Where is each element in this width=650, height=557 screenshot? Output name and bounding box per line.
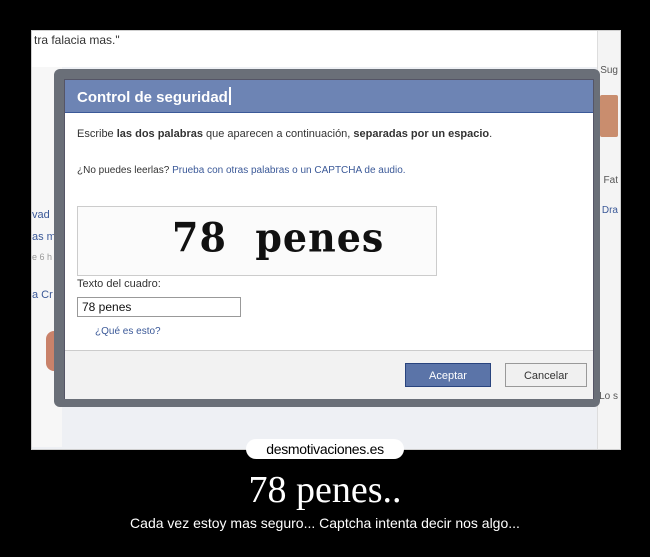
background-right-snippet: Sug bbox=[600, 65, 618, 76]
background-right-column: Sug Fat Dra Lo s bbox=[597, 31, 620, 449]
background-page-top: tra falacia mas." bbox=[32, 31, 620, 67]
cancel-button[interactable]: Cancelar bbox=[505, 363, 587, 387]
background-left-snippet: a Cr bbox=[32, 289, 53, 301]
dialog-header: Control de seguridad bbox=[65, 80, 593, 113]
captcha-input[interactable]: 78 penes bbox=[77, 297, 241, 317]
background-left-snippet: as m bbox=[32, 231, 56, 243]
dialog-title: Control de seguridad bbox=[77, 87, 231, 106]
accept-button[interactable]: Aceptar bbox=[405, 363, 491, 387]
site-watermark: desmotivaciones.es bbox=[246, 439, 404, 459]
dialog-footer: Aceptar Cancelar bbox=[65, 350, 593, 399]
instructions: Escribe las dos palabras que aparecen a … bbox=[77, 128, 493, 140]
poster-title: 78 penes.. bbox=[248, 469, 402, 511]
background-left-snippet: vad bbox=[32, 209, 50, 221]
what-is-this-link[interactable]: ¿Qué es esto? bbox=[95, 326, 161, 337]
background-avatar bbox=[600, 95, 618, 137]
background-right-snippet: Dra bbox=[601, 205, 618, 216]
poster-subtitle: Cada vez estoy mas seguro... Captcha int… bbox=[130, 515, 520, 531]
captcha-field-label: Texto del cuadro: bbox=[77, 278, 161, 290]
captcha-image: 78 penes bbox=[77, 206, 437, 276]
screenshot-frame: tra falacia mas." vad as m e 6 h a Cr Su… bbox=[31, 30, 621, 450]
security-dialog: Control de seguridad Escribe las dos pal… bbox=[64, 79, 594, 399]
text-cursor bbox=[228, 87, 231, 105]
captcha-words: 78 penes bbox=[172, 213, 385, 262]
background-left-snippet: e 6 h bbox=[32, 252, 53, 262]
unreadable-hint: ¿No puedes leerlas? Prueba con otras pal… bbox=[77, 165, 406, 176]
background-right-snippet: Fat bbox=[603, 175, 618, 186]
background-quote: tra falacia mas." bbox=[34, 33, 120, 47]
background-right-snippet: Lo s bbox=[599, 391, 618, 402]
try-other-words-link[interactable]: Prueba con otras palabras o un CAPTCHA d… bbox=[172, 165, 405, 176]
